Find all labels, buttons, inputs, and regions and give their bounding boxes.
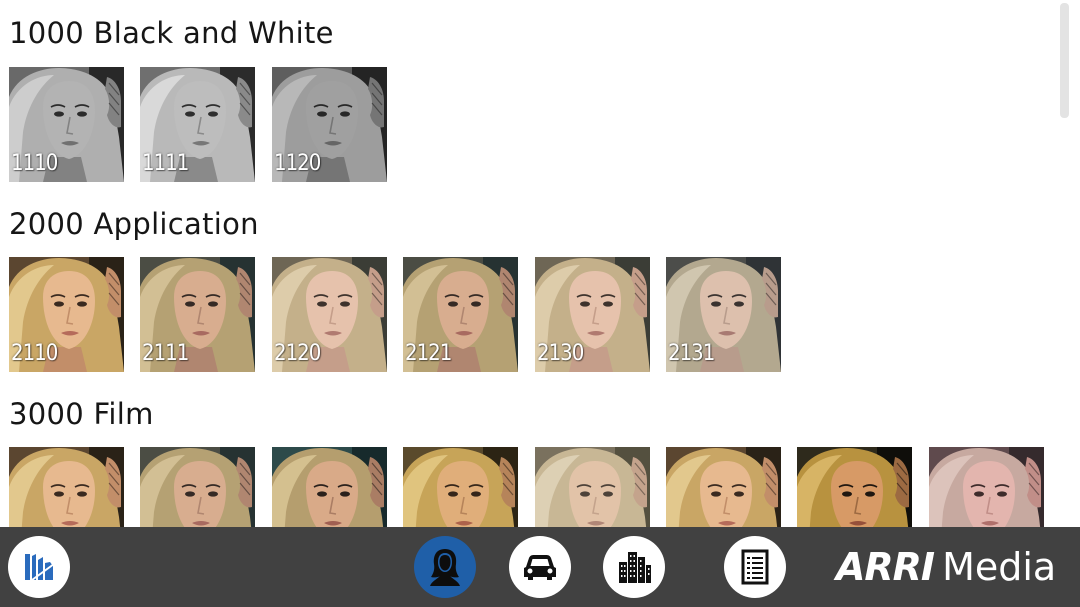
document-list-button[interactable]	[724, 536, 786, 598]
document-list-icon	[741, 549, 769, 585]
lut-thumbnail[interactable]	[535, 447, 650, 527]
car-icon	[524, 555, 556, 580]
lut-thumbnail[interactable]: 2111	[140, 257, 255, 372]
thumbnail-label: 2111	[142, 341, 189, 366]
portrait-thumbnail-image	[9, 447, 124, 527]
thumbnail-label: 2110	[11, 341, 58, 366]
portrait-thumbnail-image	[403, 447, 518, 527]
portrait-thumbnail-image	[666, 447, 781, 527]
lut-thumbnail[interactable]: 2121	[403, 257, 518, 372]
scrollbar-thumb[interactable]	[1060, 3, 1069, 118]
portrait-thumbnail-image	[140, 447, 255, 527]
portrait-thumbnail-image	[535, 447, 650, 527]
lut-thumbnail[interactable]: 1111	[140, 67, 255, 182]
thumbnail-label: 1120	[274, 151, 321, 176]
lut-thumbnail[interactable]: 2131	[666, 257, 781, 372]
section-title-black-and-white: 1000 Black and White	[9, 16, 334, 50]
portrait-thumbnail-image	[797, 447, 912, 527]
brand-media: Media	[942, 545, 1057, 589]
thumbnail-label: 1110	[11, 151, 58, 176]
brand-arri: ARRI	[836, 545, 935, 589]
lut-thumbnail[interactable]: 1110	[9, 67, 124, 182]
city-category-button[interactable]	[603, 536, 665, 598]
lut-thumbnail[interactable]	[929, 447, 1044, 527]
app-logo-icon	[25, 554, 55, 581]
lut-thumbnail[interactable]	[140, 447, 255, 527]
lut-thumbnail[interactable]	[403, 447, 518, 527]
lut-thumbnail[interactable]: 2130	[535, 257, 650, 372]
lut-thumbnail[interactable]: 1120	[272, 67, 387, 182]
lut-thumbnail[interactable]: 2110	[9, 257, 124, 372]
arri-media-logo: ARRI Media	[836, 542, 1056, 592]
portrait-category-button[interactable]	[414, 536, 476, 598]
app-logo-button[interactable]	[8, 536, 70, 598]
lut-thumbnail[interactable]	[797, 447, 912, 527]
thumbnail-label: 2121	[405, 341, 452, 366]
lut-browser: 1000 Black and White 1110 1111 1120 2000…	[0, 0, 1056, 527]
lut-thumbnail[interactable]: 2120	[272, 257, 387, 372]
portrait-thumbnail-image	[272, 447, 387, 527]
section-title-application: 2000 Application	[9, 207, 259, 241]
lut-thumbnail[interactable]	[272, 447, 387, 527]
thumbnail-label: 2130	[537, 341, 584, 366]
thumbnail-label: 1111	[142, 151, 189, 176]
bottom-toolbar: ARRI Media	[0, 527, 1080, 607]
section-title-film: 3000 Film	[9, 397, 154, 431]
portrait-icon	[430, 549, 460, 586]
portrait-thumbnail-image	[929, 447, 1044, 527]
car-category-button[interactable]	[509, 536, 571, 598]
thumbnail-label: 2131	[668, 341, 715, 366]
lut-thumbnail[interactable]	[666, 447, 781, 527]
thumbnail-label: 2120	[274, 341, 321, 366]
city-icon	[619, 552, 651, 583]
lut-thumbnail[interactable]	[9, 447, 124, 527]
